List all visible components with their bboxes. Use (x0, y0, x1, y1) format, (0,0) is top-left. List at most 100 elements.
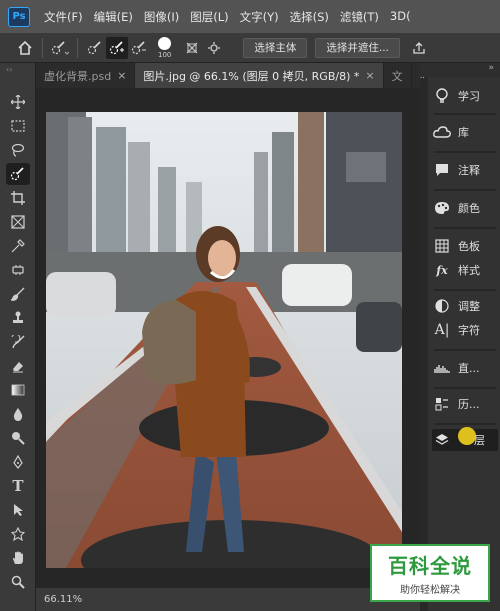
tab-blur-background[interactable]: 虚化背景.psd × (36, 63, 136, 88)
watermark-title: 百科全说 (388, 554, 472, 578)
frame-tool-icon[interactable] (6, 211, 30, 233)
character-icon: A| (434, 322, 450, 338)
close-icon[interactable]: × (117, 69, 126, 82)
lasso-tool-icon[interactable] (6, 139, 30, 161)
panel-histogram[interactable]: 直... (432, 357, 498, 379)
divider (434, 349, 496, 351)
select-subject-button[interactable]: 选择主体 (243, 37, 308, 58)
menu-filter[interactable]: 滤镜(T) (340, 9, 379, 25)
brush-size-picker[interactable]: 100 (158, 36, 172, 59)
select-and-mask-button[interactable]: 选择并遮住... (315, 37, 400, 58)
panel-label: 颜色 (458, 202, 480, 215)
menu-select[interactable]: 选择(S) (290, 9, 329, 25)
menu-layer[interactable]: 图层(L) (190, 9, 228, 25)
new-selection-icon[interactable] (84, 37, 106, 59)
custom-shape-tool-icon[interactable] (6, 523, 30, 545)
history-brush-tool-icon[interactable] (6, 331, 30, 353)
brush-tool-icon[interactable] (6, 283, 30, 305)
add-to-selection-icon[interactable] (106, 36, 128, 59)
home-icon[interactable] (14, 37, 36, 59)
panel-label: 色板 (458, 240, 480, 253)
share-icon[interactable] (408, 37, 430, 59)
panel-notes[interactable]: 注释 (432, 159, 498, 181)
histogram-icon (432, 358, 452, 378)
status-bar: 66.11% (36, 588, 420, 611)
canvas-area[interactable] (36, 88, 420, 588)
sample-all-layers-icon[interactable] (181, 37, 203, 59)
tab-label: 虚化背景.psd (44, 69, 112, 83)
close-icon[interactable]: × (365, 69, 374, 82)
divider (434, 189, 496, 191)
type-tool-icon[interactable]: T (6, 475, 30, 497)
hand-tool-icon[interactable] (6, 547, 30, 569)
quick-selection-preset-icon[interactable] (49, 37, 71, 59)
brush-dot-icon (158, 36, 172, 50)
lightbulb-icon (432, 86, 452, 106)
panel-label: 直... (458, 362, 480, 375)
libraries-icon (432, 122, 452, 142)
history-icon (432, 394, 452, 414)
blur-tool-icon[interactable] (6, 403, 30, 425)
panel-swatches[interactable]: 色板 (432, 235, 498, 257)
swatches-icon (432, 236, 452, 256)
quick-selection-tool-icon[interactable] (6, 163, 30, 185)
menu-type[interactable]: 文字(Y) (240, 9, 279, 25)
layers-icon (432, 430, 452, 450)
collapse-toolbar-icon[interactable]: ‹‹ (6, 65, 12, 74)
panel-history[interactable]: 历... (432, 393, 498, 415)
marquee-tool-icon[interactable] (6, 115, 30, 137)
divider (434, 151, 496, 153)
comment-icon (432, 160, 452, 180)
brush-size-value: 100 (158, 50, 172, 59)
panel-label: 学习 (458, 90, 480, 103)
panel-libraries[interactable]: 库 (432, 121, 498, 143)
menu-edit[interactable]: 编辑(E) (94, 9, 133, 25)
crop-tool-icon[interactable] (6, 187, 30, 209)
menu-bar: Ps 文件(F) 编辑(E) 图像(I) 图层(L) 文字(Y) 选择(S) 滤… (0, 0, 500, 33)
subtract-from-selection-icon[interactable] (128, 37, 150, 59)
divider (434, 289, 496, 291)
eyedropper-tool-icon[interactable] (6, 235, 30, 257)
photo-woman-on-bike-lane (46, 112, 402, 568)
divider (434, 387, 496, 389)
gradient-tool-icon[interactable] (6, 379, 30, 401)
menu-3d[interactable]: 3D( (390, 9, 411, 25)
menu-image[interactable]: 图像(I) (144, 9, 179, 25)
panel-styles[interactable]: fx 样式 (432, 259, 498, 281)
panel-label: 字符 (458, 324, 480, 337)
panel-adjustments[interactable]: 调整 (432, 295, 498, 317)
options-bar: 100 选择主体 选择并遮住... (0, 33, 500, 63)
tab-text-doc[interactable]: 文 (384, 63, 412, 88)
tools-panel: ‹‹ T (0, 63, 36, 611)
divider (77, 37, 78, 58)
dodge-tool-icon[interactable] (6, 427, 30, 449)
styles-icon: fx (436, 263, 448, 277)
document-canvas[interactable] (46, 112, 402, 568)
palette-icon (432, 198, 452, 218)
path-selection-tool-icon[interactable] (6, 499, 30, 521)
collapse-panels-icon[interactable]: » (420, 63, 500, 77)
enhance-edge-icon[interactable] (203, 37, 225, 59)
watermark-logo: 百科全说 助你轻松解决 (370, 544, 490, 602)
clone-stamp-tool-icon[interactable] (6, 307, 30, 329)
panel-label: 历... (458, 398, 480, 411)
tab-image-jpg[interactable]: 图片.jpg @ 66.1% (图层 0 拷贝, RGB/8) * × (135, 63, 384, 88)
zoom-tool-icon[interactable] (6, 571, 30, 593)
eraser-tool-icon[interactable] (6, 355, 30, 377)
cursor-highlight-icon (458, 427, 476, 445)
panel-label: 样式 (458, 264, 480, 277)
zoom-level[interactable]: 66.11% (44, 594, 82, 605)
healing-brush-tool-icon[interactable] (6, 259, 30, 281)
panel-learn[interactable]: 学习 (432, 85, 498, 107)
tab-label: 图片.jpg @ 66.1% (图层 0 拷贝, RGB/8) * (143, 69, 360, 83)
document-tabs: 虚化背景.psd × 图片.jpg @ 66.1% (图层 0 拷贝, RGB/… (36, 63, 426, 88)
watermark-subtitle: 助你轻松解决 (400, 585, 460, 596)
menu-file[interactable]: 文件(F) (44, 9, 83, 25)
move-tool-icon[interactable] (6, 91, 30, 113)
divider (42, 37, 43, 58)
pen-tool-icon[interactable] (6, 451, 30, 473)
tab-label: 文 (391, 69, 403, 83)
divider (434, 423, 496, 425)
panel-character[interactable]: A| 字符 (432, 319, 498, 341)
panel-color[interactable]: 颜色 (432, 197, 498, 219)
